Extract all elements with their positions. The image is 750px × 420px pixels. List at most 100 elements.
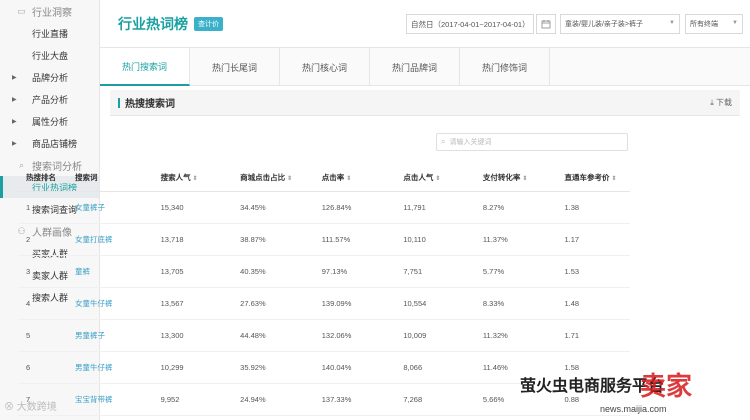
chevron-right-icon: ▶ — [12, 74, 17, 81]
table-cell: 44.48% — [232, 319, 314, 352]
table-cell: 35.92% — [232, 351, 314, 384]
keyword-link[interactable]: 宝宝背带裤 — [66, 383, 153, 416]
sort-icon[interactable]: ⇕ — [346, 176, 351, 182]
sidebar-item[interactable]: ▶ 产品分析 — [0, 88, 99, 110]
column-header-label: 商城点击占比 — [240, 173, 286, 183]
search-icon: ⌕ — [441, 137, 446, 146]
table-cell: 3 — [18, 255, 67, 288]
table-cell: 97.13% — [313, 255, 396, 288]
table-row: 3 童裤 13,705 40.35% 97.13% 7,751 5.77% 1.53 — [18, 255, 630, 288]
keyword-link[interactable]: 女童打底裤 — [66, 223, 153, 256]
table-cell: 10,299 — [152, 351, 233, 384]
keyword-link[interactable]: 女童牛仔裤 — [66, 287, 153, 320]
table-cell: 1.71 — [556, 319, 630, 352]
sort-icon[interactable]: ⇕ — [435, 176, 440, 182]
tab[interactable]: 热门长尾词 — [190, 48, 280, 86]
table-cell: 137.33% — [313, 383, 396, 416]
table-cell: 4 — [18, 287, 67, 320]
table-cell: 8.27% — [474, 191, 557, 224]
column-header: 搜索词 — [66, 165, 153, 192]
column-header-label: 点击率 — [321, 173, 345, 183]
watermark-url: news.maijia.com — [600, 404, 667, 414]
calendar-button[interactable] — [536, 14, 556, 34]
keyword-link[interactable]: 童裤 — [66, 255, 153, 288]
table-cell: 1 — [18, 191, 67, 224]
table-cell: 139.09% — [313, 287, 396, 320]
table-cell: 27.63% — [232, 287, 314, 320]
table-row: 2 女童打底裤 13,718 38.87% 111.57% 10,110 11.37% 1.1… — [18, 223, 630, 256]
calendar-icon — [541, 20, 551, 29]
sort-icon[interactable]: ⇕ — [193, 176, 198, 182]
keyword-link[interactable]: 女童裤子 — [66, 191, 153, 224]
column-header-label: 支付转化率 — [482, 173, 521, 183]
sidebar-item-label: 行业直播 — [32, 28, 69, 39]
section-header: 热搜搜索词 ⤓ 下载 — [110, 90, 740, 116]
sidebar-item[interactable]: ▶ 属性分析 — [0, 110, 99, 132]
column-header-label: 热搜排名 — [26, 173, 56, 183]
table-cell: 13,718 — [152, 223, 233, 256]
sidebar-item[interactable]: ▶ 品牌分析 — [0, 66, 99, 88]
watermark-left: ⊗ 大数跨境 — [4, 398, 57, 413]
keyword-link[interactable]: 男童牛仔裤 — [66, 351, 153, 384]
table-row: 5 男童裤子 13,300 44.48% 132.06% 10,009 11.32% 1.71 — [18, 319, 630, 352]
pricing-badge[interactable]: 查计价 — [194, 16, 223, 31]
table-header-row: 热搜排名 搜索词 搜索人气 ⇕ 商城点击占比 ⇕ 点击率 ⇕ 点击人气 ⇕ 支付转化率 ⇕ 直通车参考价… — [18, 165, 630, 192]
table-cell: 2 — [18, 223, 67, 256]
date-range-select[interactable]: 自然日（2017-04-01~2017-04-01） — [406, 14, 534, 34]
category-select[interactable]: 童装/婴儿装/亲子装>裤子 ▼ — [560, 14, 680, 34]
column-header-label: 搜索词 — [74, 173, 98, 183]
sidebar-item[interactable]: 行业直播 — [0, 22, 99, 44]
keyword-search-input[interactable]: ⌕ 请输入关键词 — [436, 133, 628, 151]
tab[interactable]: 热门核心词 — [280, 48, 370, 86]
sort-icon[interactable]: ⇕ — [612, 176, 617, 182]
table-cell: 10,110 — [395, 223, 475, 256]
column-header[interactable]: 商城点击占比 ⇕ — [232, 165, 314, 192]
search-placeholder: 请输入关键词 — [449, 139, 492, 146]
tab[interactable]: 热门修饰词 — [460, 48, 550, 86]
table-cell: 9,952 — [152, 383, 233, 416]
chevron-right-icon: ▶ — [12, 118, 17, 125]
column-header[interactable]: 支付转化率 ⇕ — [474, 165, 557, 192]
tab[interactable]: 热门品牌词 — [370, 48, 460, 86]
column-header-label: 搜索人气 — [160, 173, 191, 183]
column-header[interactable]: 点击率 ⇕ — [313, 165, 396, 192]
table-cell: 5.77% — [474, 255, 557, 288]
tab[interactable]: 热门搜索词 — [100, 48, 190, 86]
download-label: 下载 — [716, 98, 732, 107]
sort-icon[interactable]: ⇕ — [522, 176, 527, 182]
sidebar-item[interactable]: 行业大盘 — [0, 44, 99, 66]
keyword-link[interactable]: 男童裤子 — [66, 319, 153, 352]
watermark-left-logo-icon: ⊗ — [4, 402, 14, 413]
column-header[interactable]: 点击人气 ⇕ — [395, 165, 475, 192]
chevron-right-icon: ▶ — [12, 96, 17, 103]
page-title: 行业热词榜 — [118, 15, 188, 32]
table-row: 1 女童裤子 15,340 34.45% 126.84% 11,791 8.27% 1.38 — [18, 191, 630, 224]
table-cell: 140.04% — [313, 351, 396, 384]
column-header[interactable]: 直通车参考价 ⇕ — [556, 165, 630, 192]
table-cell: 8,066 — [395, 351, 475, 384]
download-button[interactable]: ⤓ 下载 — [710, 97, 732, 108]
terminal-select[interactable]: 所有终端 ▼ — [685, 14, 743, 34]
sidebar-item[interactable]: ▶ 商品店铺榜 — [0, 132, 99, 154]
tab-bar: 热门搜索词 热门长尾词 热门核心词 热门品牌词 热门修饰词 — [100, 48, 750, 86]
column-header[interactable]: 搜索人气 ⇕ — [152, 165, 233, 192]
chevron-right-icon: ▶ — [12, 140, 17, 147]
sidebar-item-label: 品牌分析 — [32, 72, 69, 83]
table-cell: 5 — [18, 319, 67, 352]
table-cell: 11.32% — [474, 319, 557, 352]
table-cell: 7,268 — [395, 383, 475, 416]
section-title: 热搜搜索词 — [125, 99, 175, 110]
date-range-value: 自然日（2017-04-01~2017-04-01） — [411, 19, 530, 29]
download-icon: ⤓ — [710, 98, 714, 107]
sidebar-item-label: 行业大盘 — [32, 50, 69, 61]
sort-icon[interactable]: ⇕ — [287, 176, 292, 182]
table-cell: 1.38 — [556, 191, 630, 224]
table-cell: 13,300 — [152, 319, 233, 352]
table-cell: 10,554 — [395, 287, 475, 320]
section-accent-bar — [118, 97, 120, 108]
sidebar-item-label: 产品分析 — [32, 94, 69, 105]
monitor-icon: ▭ — [17, 5, 26, 16]
column-header-label: 直通车参考价 — [564, 173, 610, 183]
sidebar-item-label: 属性分析 — [32, 116, 69, 127]
terminal-value: 所有终端 — [690, 21, 718, 28]
